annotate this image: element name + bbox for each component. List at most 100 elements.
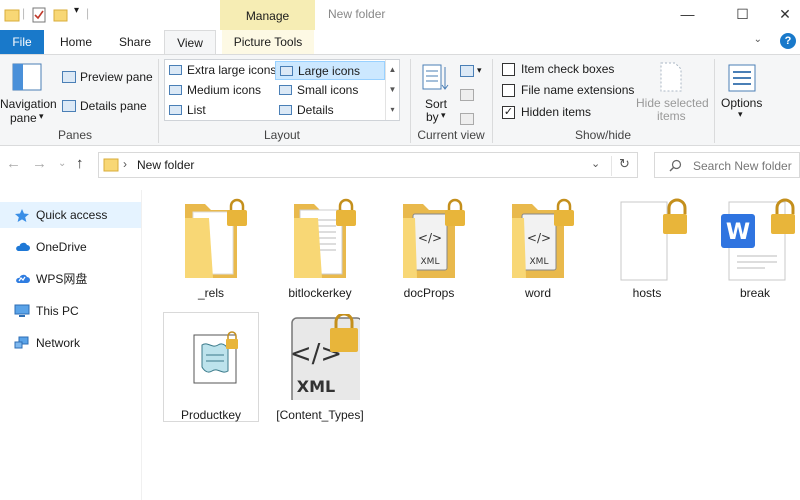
folder-icon	[4, 9, 20, 22]
file-name: Productkey	[180, 408, 242, 422]
window-title: New folder	[328, 7, 386, 21]
tab-picture-tools[interactable]: Picture Tools	[222, 30, 314, 54]
tab-home[interactable]: Home	[52, 30, 100, 54]
minimize-button[interactable]: —	[665, 0, 710, 30]
refresh-icon[interactable]: ↻	[611, 156, 637, 176]
sidebar-item-onedrive[interactable]: OneDrive	[0, 234, 141, 260]
item-check-boxes-checkbox[interactable]	[502, 63, 515, 76]
file-name: bitlockerkey	[288, 286, 352, 300]
layout-small-icons[interactable]: Small icons	[275, 81, 385, 100]
options-button[interactable]: Options	[721, 96, 762, 110]
locked-xml-icon: </> XML	[290, 314, 360, 400]
navigation-pane-button[interactable]: Navigation	[0, 97, 57, 111]
tab-view[interactable]: View	[164, 30, 216, 55]
ribbon-tabs: File Home Share View Picture Tools ⌄ ?	[0, 30, 800, 55]
file-item-break[interactable]: W break	[707, 198, 800, 308]
layout-medium-icons[interactable]: Medium icons	[165, 81, 275, 100]
properties-icon[interactable]	[30, 6, 48, 24]
wps-cloud-icon	[16, 274, 30, 283]
layout-gallery: Extra large icons Large icons Medium ico…	[164, 59, 400, 121]
hidden-items-checkbox[interactable]: ✓	[502, 106, 515, 119]
layout-item-label: Medium icons	[187, 83, 262, 97]
forward-button[interactable]: →	[32, 155, 47, 172]
sort-by-button[interactable]: Sort	[425, 97, 447, 111]
new-folder-icon[interactable]	[52, 6, 70, 24]
network-icon	[14, 336, 29, 349]
breadcrumb-item[interactable]: New folder	[137, 158, 194, 172]
back-button[interactable]: ←	[6, 155, 21, 172]
title-bar: | ▾ | Manage New folder — ☐ ✕	[0, 0, 800, 30]
lock-icon	[336, 198, 356, 226]
file-item-hosts[interactable]: hosts	[599, 198, 695, 308]
cloud-icon	[16, 242, 30, 251]
tab-file[interactable]: File	[0, 30, 44, 54]
file-name: [Content_Types]	[276, 408, 364, 422]
file-name-extensions-label: File name extensions	[521, 83, 635, 97]
sidebar-item-label: OneDrive	[36, 240, 87, 254]
chevron-down-icon: ▾	[39, 111, 44, 121]
lock-icon	[554, 198, 574, 226]
chevron-down-icon[interactable]: ⌄	[754, 34, 762, 45]
ribbon: Navigation pane ▾ Preview pane Details p…	[0, 54, 800, 146]
size-columns-icon	[460, 113, 474, 125]
close-button[interactable]: ✕	[770, 0, 800, 30]
breadcrumb-chevron-icon: ›	[123, 157, 127, 171]
file-item-docprops[interactable]: </> XML docProps	[381, 198, 477, 308]
layout-details[interactable]: Details	[275, 101, 385, 120]
sidebar-item-this-pc[interactable]: This PC	[0, 298, 141, 324]
layout-large-icons[interactable]: Large icons	[275, 61, 385, 80]
file-item-bitlockerkey[interactable]: bitlockerkey	[272, 198, 368, 308]
customize-quick-access-icon[interactable]: ▾	[74, 5, 79, 16]
xml-label-text: XML	[530, 257, 549, 267]
sidebar-item-label: Network	[36, 336, 81, 350]
chevron-down-icon: ▾	[477, 65, 482, 75]
file-name: hosts	[632, 286, 662, 300]
up-button[interactable]: ↑	[76, 155, 84, 172]
layout-item-label: Small icons	[297, 83, 359, 97]
panes-group-label: Panes	[57, 128, 93, 142]
file-list: _rels bitlockerkey </> XML docProps </>	[143, 190, 800, 500]
sidebar-item-wps-cloud[interactable]: WPS网盘	[0, 266, 141, 292]
group-divider	[158, 59, 159, 143]
layout-item-label: List	[187, 103, 206, 117]
locked-folder-icon: </> XML	[403, 198, 465, 278]
details-icon	[279, 105, 292, 115]
locked-file-icon	[620, 198, 687, 281]
large-icons-icon	[280, 66, 293, 76]
recent-locations-icon[interactable]: ⌄	[58, 158, 66, 169]
layout-group-label: Layout	[263, 128, 301, 142]
layout-item-label: Details	[297, 103, 334, 117]
file-item-productkey[interactable]: Productkey	[163, 312, 259, 422]
search-input[interactable]: Search New folder	[654, 152, 800, 178]
group-by-icon[interactable]	[460, 65, 474, 77]
file-item-rels[interactable]: _rels	[163, 198, 259, 308]
details-pane-button[interactable]: Details pane	[80, 99, 147, 113]
sidebar-item-quick-access[interactable]: Quick access	[0, 202, 141, 228]
help-icon[interactable]: ?	[780, 33, 796, 49]
maximize-button[interactable]: ☐	[720, 0, 765, 30]
hide-selected-icon	[660, 62, 682, 92]
lock-icon	[227, 198, 247, 226]
locked-wps-document-icon: W	[721, 198, 795, 281]
layout-extra-large-icons[interactable]: Extra large icons	[165, 61, 276, 80]
sidebar-item-network[interactable]: Network	[0, 330, 141, 356]
hide-selected-items-button[interactable]: Hide selected	[636, 96, 709, 110]
manage-tab[interactable]: Manage	[220, 0, 315, 30]
address-field[interactable]: › New folder ⌄ ↻	[98, 152, 638, 178]
locked-script-icon	[193, 331, 238, 384]
list-icon	[169, 105, 182, 115]
details-pane-icon	[62, 100, 76, 112]
tab-share[interactable]: Share	[110, 30, 160, 54]
item-check-boxes-label: Item check boxes	[521, 62, 615, 76]
preview-pane-button[interactable]: Preview pane	[80, 70, 153, 84]
layout-scroll[interactable]: ▲ ▼ ▾	[385, 60, 399, 120]
file-name: docProps	[403, 286, 455, 300]
file-item-content-types[interactable]: </> XML [Content_Types]	[272, 312, 368, 422]
locked-folder-icon	[185, 198, 247, 278]
file-name-extensions-checkbox[interactable]	[502, 84, 515, 97]
sidebar-item-label: WPS网盘	[36, 272, 88, 286]
layout-list[interactable]: List	[165, 101, 275, 120]
file-item-word[interactable]: </> XML word	[490, 198, 586, 308]
group-divider	[492, 59, 493, 143]
address-dropdown-icon[interactable]: ⌄	[591, 157, 600, 170]
